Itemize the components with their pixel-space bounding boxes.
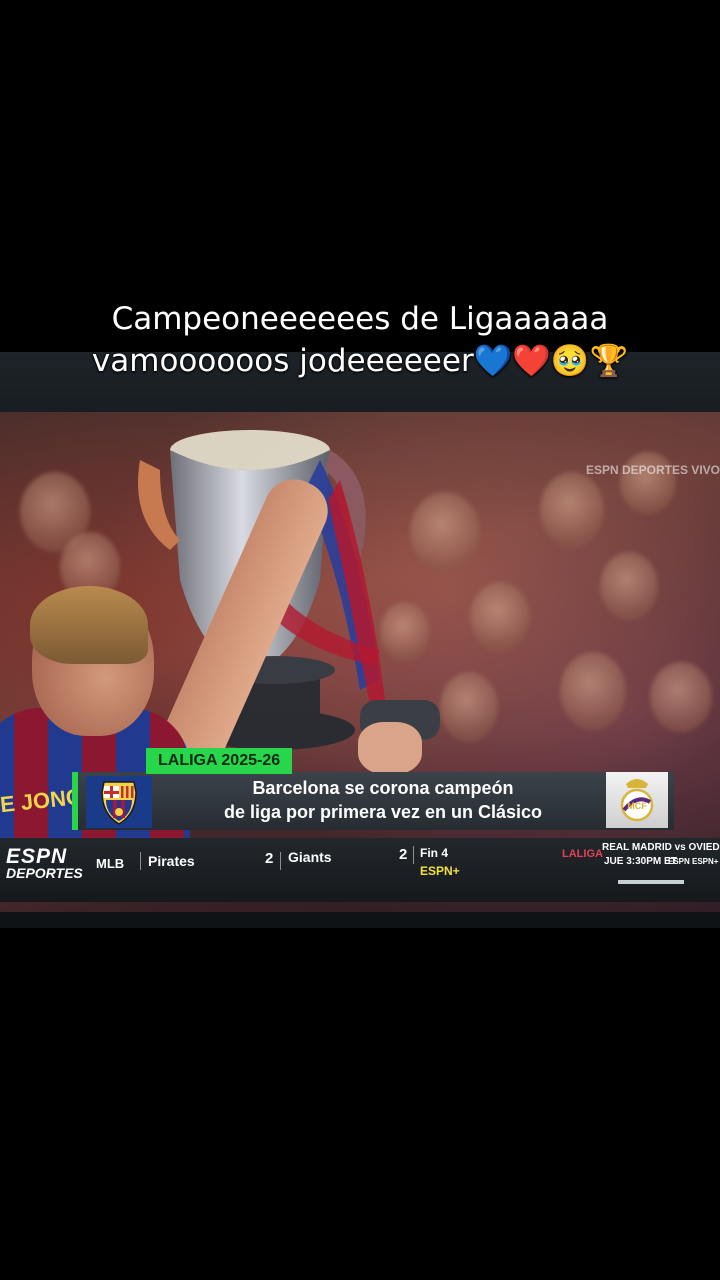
barcelona-crest-icon bbox=[86, 776, 152, 828]
ticker-progress-bar bbox=[618, 880, 684, 884]
laliga-season-tag: LALIGA 2025-26 bbox=[146, 748, 293, 774]
team-1-name: Pirates bbox=[148, 853, 195, 869]
ticker-divider bbox=[413, 846, 414, 864]
headline-banner: Barcelona se corona campeón de liga por … bbox=[72, 772, 674, 830]
team-2-score: 2 bbox=[399, 846, 408, 863]
ticker-divider bbox=[280, 852, 281, 870]
caption-line-2: vamoooooos jodeeeeeer💙❤️🥹🏆 bbox=[91, 343, 629, 379]
team-2-name: Giants bbox=[288, 849, 332, 865]
ticker-divider bbox=[140, 852, 141, 870]
league-label: MLB bbox=[96, 856, 125, 871]
headline-text: Barcelona se corona campeón de liga por … bbox=[168, 776, 598, 824]
video-caption: Campeoneeeeees de Ligaaaaaa vamoooooos j… bbox=[0, 298, 720, 382]
score-ticker: ESPN DEPORTES MLB Pirates 2 Giants 2 Fin… bbox=[0, 838, 720, 902]
promo-time: JUE 3:30PM ET bbox=[604, 856, 677, 867]
team-1-score: 2 bbox=[265, 850, 274, 867]
headline-line-1: Barcelona se corona campeón bbox=[252, 778, 514, 798]
player-hair bbox=[30, 586, 148, 664]
channel-bug: ESPN DEPORTES VIVO bbox=[585, 463, 720, 477]
promo-networks: ESPN ESPN+ bbox=[668, 857, 719, 866]
network-label: ESPN+ bbox=[420, 864, 460, 878]
headline-line-2: de liga por primera vez en un Clásico bbox=[223, 802, 543, 822]
tv-screen: E JONG ESPN DEPORTES VIVO bbox=[0, 412, 720, 912]
svg-text:MCF: MCF bbox=[627, 801, 647, 811]
caption-line-1: Campeoneeeeees de Ligaaaaaa bbox=[111, 301, 609, 337]
promo-match: REAL MADRID vs OVIEDO bbox=[602, 842, 720, 853]
lower-third-graphic: LALIGA 2025-26 Barcelona se corona campe… bbox=[72, 748, 674, 834]
game-status: Fin 4 bbox=[420, 846, 449, 860]
laliga-promo-tag: LALIGA bbox=[562, 848, 603, 860]
real-madrid-crest-icon: MCF bbox=[606, 772, 668, 828]
espn-deportes-logo: ESPN DEPORTES bbox=[6, 845, 83, 881]
